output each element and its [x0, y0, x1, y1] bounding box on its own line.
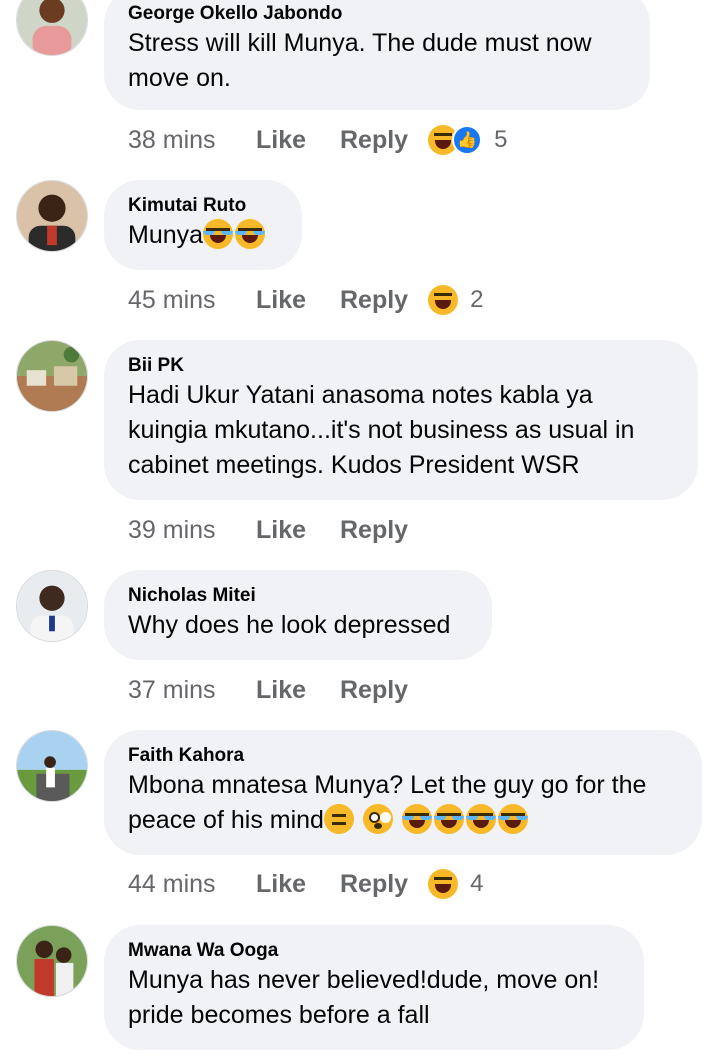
haha-reaction-icon	[428, 869, 459, 899]
comment-author[interactable]: Faith Kahora	[128, 744, 678, 768]
reactions-summary[interactable]: 👍 5	[428, 125, 507, 155]
flushed-emoji-icon	[362, 804, 393, 834]
reply-button[interactable]: Reply	[340, 286, 408, 315]
comment-author[interactable]: Nicholas Mitei	[128, 584, 468, 608]
timestamp[interactable]: 38 mins	[128, 126, 256, 155]
comment-text: Munya has never believed!dude, move on! …	[128, 966, 600, 1029]
comment-bubble: George Okello Jabondo Stress will kill M…	[104, 0, 650, 110]
comment-text: Munya	[128, 218, 278, 253]
timestamp[interactable]: 39 mins	[128, 516, 256, 545]
tears-of-joy-emoji-icon	[497, 804, 528, 834]
like-button[interactable]: Like	[256, 870, 340, 899]
comment-author[interactable]: Kimutai Ruto	[128, 194, 278, 218]
tears-of-joy-emoji-icon	[401, 804, 432, 834]
haha-reaction-icon	[428, 285, 459, 315]
comment-bubble: Bii PK Hadi Ukur Yatani anasoma notes ka…	[104, 340, 698, 500]
tears-of-joy-emoji-icon	[235, 219, 266, 249]
comment-meta: 45 mins Like Reply 2	[128, 282, 483, 318]
avatar[interactable]	[16, 180, 88, 252]
avatar[interactable]	[16, 925, 88, 997]
comment-text: Hadi Ukur Yatani anasoma notes kabla ya …	[128, 381, 635, 479]
tears-of-joy-emoji-icon	[203, 219, 234, 249]
like-button[interactable]: Like	[256, 516, 340, 545]
avatar[interactable]	[16, 730, 88, 802]
comment-author[interactable]: Mwana Wa Ooga	[128, 939, 620, 963]
thumbs-up-reaction-icon: 👍	[452, 125, 483, 155]
tears-of-joy-emoji-icon	[433, 804, 464, 834]
avatar[interactable]	[16, 340, 88, 412]
timestamp[interactable]: 45 mins	[128, 286, 256, 315]
comment-text: Mbona mnatesa Munya? Let the guy go for …	[128, 771, 647, 834]
timestamp[interactable]: 37 mins	[128, 676, 256, 705]
reply-button[interactable]: Reply	[340, 870, 408, 899]
comment-text: Stress will kill Munya. The dude must no…	[128, 29, 592, 92]
comment-meta: 38 mins Like Reply 👍 5	[128, 122, 507, 158]
like-button[interactable]: Like	[256, 676, 340, 705]
reactions-summary[interactable]: 2	[428, 285, 483, 315]
reaction-count: 5	[494, 126, 508, 153]
tears-of-joy-emoji-icon	[465, 804, 496, 834]
reply-button[interactable]: Reply	[340, 516, 408, 545]
reaction-count: 4	[470, 870, 484, 897]
reply-button[interactable]: Reply	[340, 676, 408, 705]
like-button[interactable]: Like	[256, 286, 340, 315]
comment-text: Why does he look depressed	[128, 611, 451, 639]
comment-meta: 44 mins Like Reply 4	[128, 866, 483, 902]
avatar[interactable]	[16, 0, 88, 56]
like-button[interactable]: Like	[256, 126, 340, 155]
comment-bubble: Faith Kahora Mbona mnatesa Munya? Let th…	[104, 730, 702, 855]
comment-author[interactable]: George Okello Jabondo	[128, 2, 626, 26]
avatar[interactable]	[16, 570, 88, 642]
reactions-summary[interactable]: 4	[428, 869, 483, 899]
comment-meta: 39 mins Like Reply	[128, 512, 428, 548]
reaction-count: 2	[470, 286, 484, 313]
comment-bubble: Kimutai Ruto Munya	[104, 180, 302, 270]
thinking-emoji-icon	[323, 804, 354, 834]
comment-author[interactable]: Bii PK	[128, 354, 674, 378]
timestamp[interactable]: 44 mins	[128, 870, 256, 899]
reply-button[interactable]: Reply	[340, 126, 408, 155]
comment-bubble: Mwana Wa Ooga Munya has never believed!d…	[104, 925, 644, 1050]
comment-bubble: Nicholas Mitei Why does he look depresse…	[104, 570, 492, 660]
comment-meta: 37 mins Like Reply	[128, 672, 428, 708]
